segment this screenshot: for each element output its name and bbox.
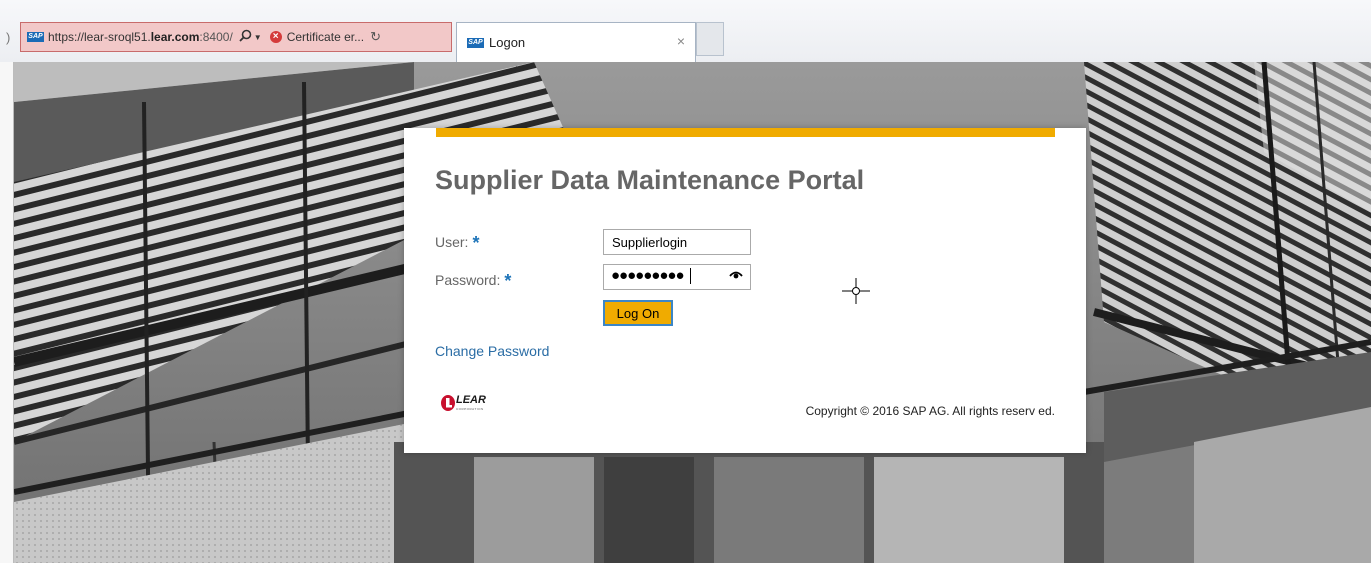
user-field[interactable]: [603, 229, 751, 255]
lear-logo-text: LEAR: [456, 394, 486, 406]
refresh-icon[interactable]: ↻: [370, 29, 381, 45]
required-marker: *: [472, 233, 480, 253]
address-bar[interactable]: SAP https://lear-sroql51.lear.com:8400/ …: [20, 22, 452, 52]
tab-logon[interactable]: SAP Logon ×: [456, 22, 696, 62]
required-marker: *: [504, 271, 512, 291]
window-left-frame: [0, 62, 14, 563]
change-password-link[interactable]: Change Password: [435, 343, 549, 359]
password-label: Password: *: [435, 271, 511, 292]
new-tab-button[interactable]: [696, 22, 724, 56]
sap-favicon-icon: SAP: [467, 37, 484, 48]
show-password-icon[interactable]: [729, 267, 743, 281]
url-domain: lear.com: [150, 30, 200, 44]
user-label-text: User:: [435, 234, 469, 250]
user-label: User: *: [435, 233, 479, 254]
url-text[interactable]: https://lear-sroql51.lear.com:8400/: [48, 30, 233, 44]
logon-panel: Supplier Data Maintenance Portal User: * …: [404, 128, 1086, 453]
back-button-edge[interactable]: ): [6, 30, 10, 45]
certificate-error-text[interactable]: Certificate er...: [287, 30, 364, 44]
crosshair-cursor-icon: [842, 278, 870, 304]
lear-logo-subtext: CORPORATION: [456, 407, 484, 411]
tab-label: Logon: [489, 35, 526, 50]
close-tab-icon[interactable]: ×: [677, 33, 685, 49]
dropdown-arrow-icon[interactable]: ▼: [254, 33, 262, 42]
password-masked-value: ●●●●●●●●●: [611, 267, 685, 284]
url-port: :8400/: [199, 30, 233, 44]
certificate-error-icon[interactable]: ×: [269, 31, 282, 43]
accent-bar: [436, 128, 1055, 137]
search-icon[interactable]: [239, 29, 252, 45]
page-title: Supplier Data Maintenance Portal: [435, 165, 865, 195]
browser-chrome: ) SAP https://lear-sroql51.lear.com:8400…: [0, 0, 1371, 62]
copyright-text: Copyright © 2016 SAP AG. All rights rese…: [805, 404, 1055, 418]
sap-favicon-icon: SAP: [27, 32, 44, 42]
password-label-text: Password:: [435, 272, 501, 288]
url-prefix: https://lear-sroql51.: [48, 30, 151, 44]
text-caret: [690, 268, 691, 284]
log-on-button[interactable]: Log On: [603, 300, 673, 326]
